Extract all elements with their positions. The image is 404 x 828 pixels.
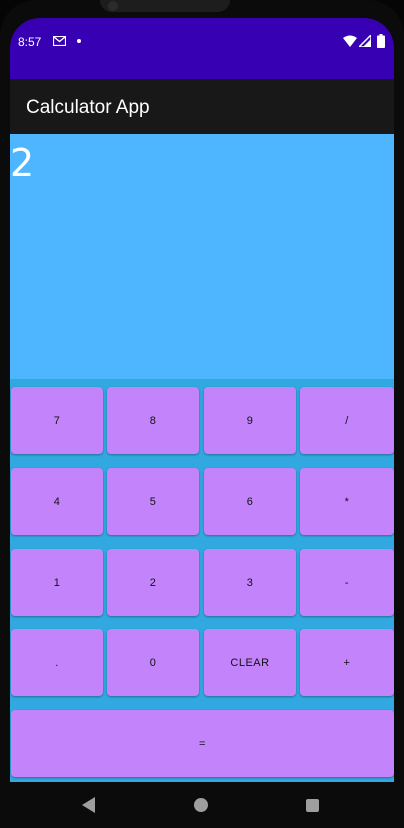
key-5[interactable]: 5 (107, 468, 199, 535)
key-3[interactable]: 3 (204, 549, 296, 616)
key-add[interactable]: + (300, 629, 394, 696)
key-2[interactable]: 2 (107, 549, 199, 616)
battery-icon (377, 34, 385, 48)
result-display: 2 (10, 134, 394, 379)
wifi-icon (343, 35, 357, 47)
key-multiply[interactable]: * (300, 468, 394, 535)
app-bar: Calculator App (10, 79, 394, 134)
key-6[interactable]: 6 (204, 468, 296, 535)
camera-notch (100, 0, 230, 12)
key-subtract[interactable]: - (300, 549, 394, 616)
key-9[interactable]: 9 (204, 387, 296, 454)
gmail-icon (53, 36, 66, 46)
back-icon[interactable] (82, 797, 96, 813)
signal-icon (359, 35, 371, 47)
screen: 8:57 Calculator App 2 7 8 9 / 4 5 6 * 1 … (10, 18, 394, 782)
key-1[interactable]: 1 (11, 549, 103, 616)
notification-dot-icon (77, 39, 81, 43)
key-0[interactable]: 0 (107, 629, 199, 696)
key-8[interactable]: 8 (107, 387, 199, 454)
key-decimal[interactable]: . (11, 629, 103, 696)
phone-frame: 8:57 Calculator App 2 7 8 9 / 4 5 6 * 1 … (0, 0, 404, 828)
clear-button[interactable]: CLEAR (204, 629, 296, 696)
navigation-bar (0, 782, 404, 828)
key-7[interactable]: 7 (11, 387, 103, 454)
keypad: 7 8 9 / 4 5 6 * 1 2 3 - . 0 CLEAR + = (10, 379, 394, 782)
status-time: 8:57 (18, 35, 42, 49)
camera-lens (108, 1, 118, 11)
status-bar: 8:57 (10, 18, 394, 79)
app-title: Calculator App (26, 97, 150, 118)
key-4[interactable]: 4 (11, 468, 103, 535)
equals-button[interactable]: = (11, 710, 394, 777)
display-value: 2 (10, 141, 35, 185)
home-icon[interactable] (194, 798, 208, 812)
key-divide[interactable]: / (300, 387, 394, 454)
recents-icon[interactable] (306, 799, 319, 812)
